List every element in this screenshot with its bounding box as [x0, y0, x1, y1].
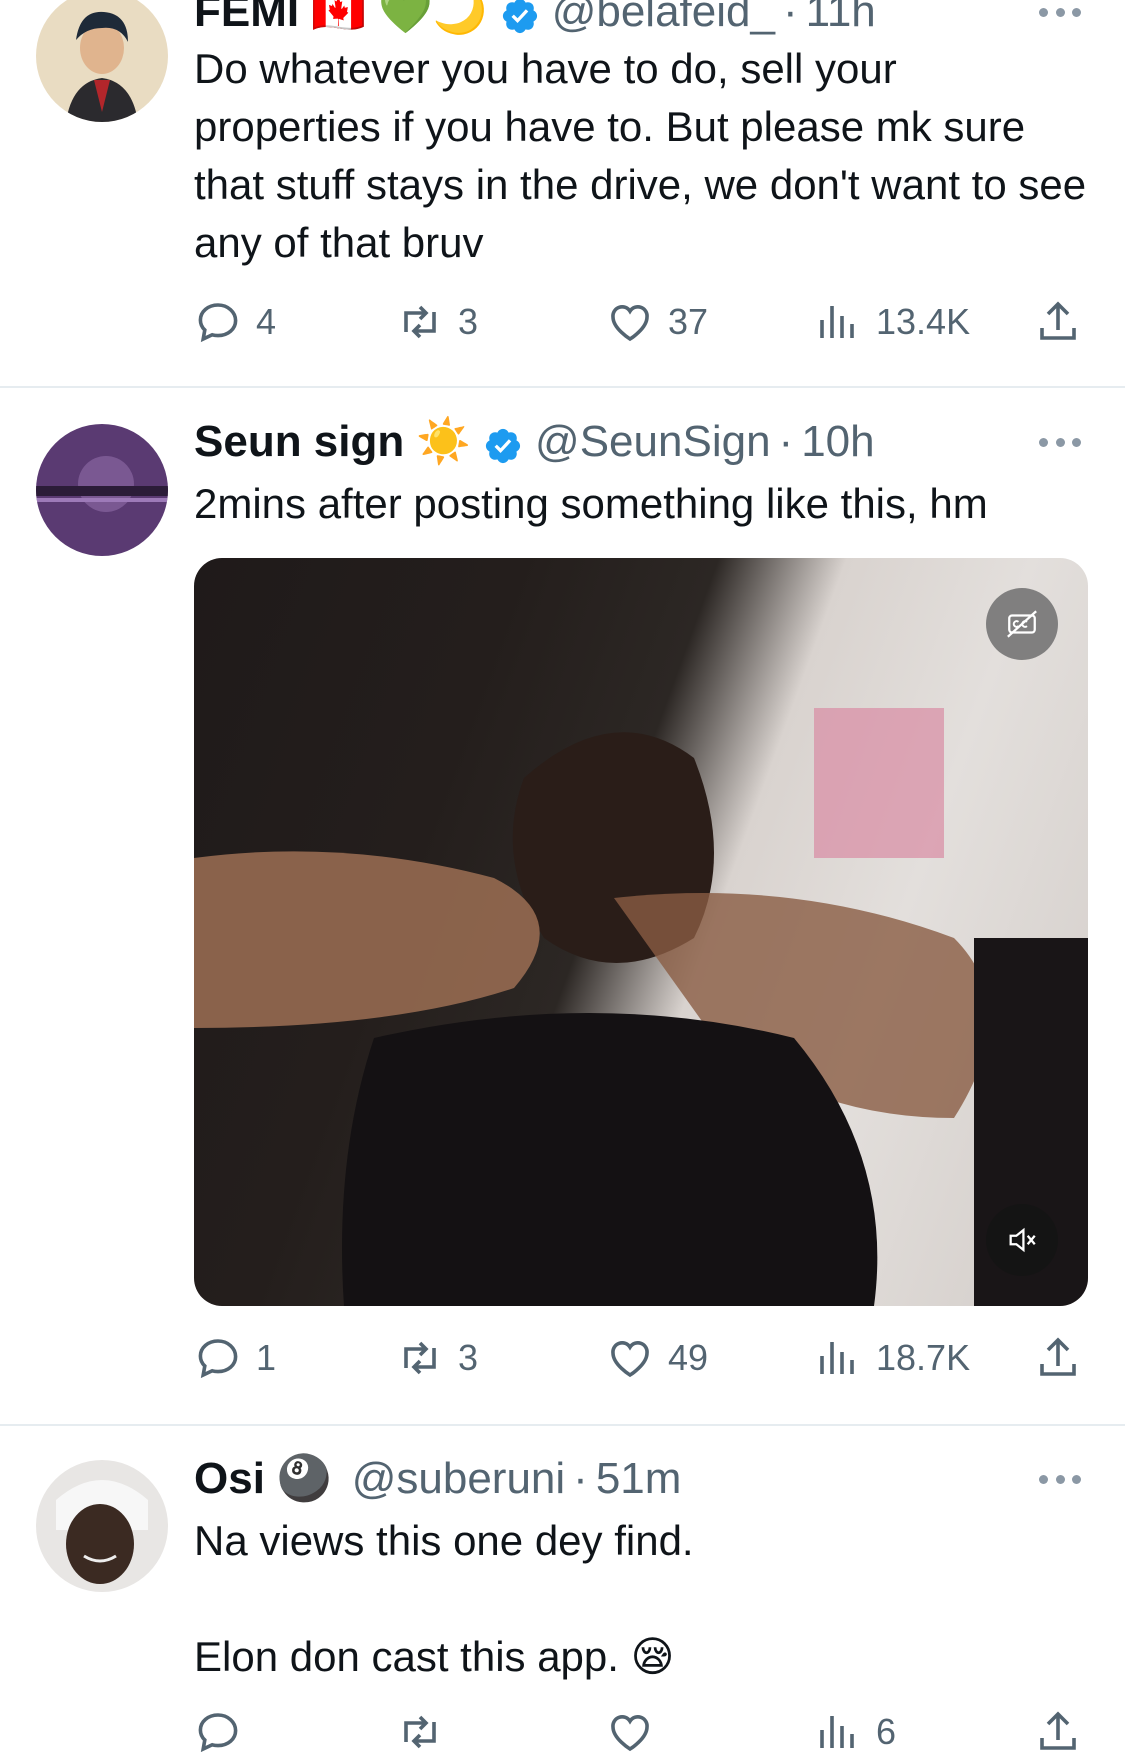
view-count: 18.7K [876, 1337, 971, 1378]
share-icon [1040, 1337, 1076, 1376]
display-name[interactable]: FEMI [194, 0, 299, 42]
separator-dot: · [573, 1454, 588, 1503]
timeline-feed: FEMI 🇨🇦 💚🌙 @belafeid_ · 11h Do whatever … [0, 0, 1125, 1752]
more-options-icon[interactable] [1039, 436, 1081, 448]
view-count: 6 [876, 1711, 897, 1752]
like-button[interactable]: 37 [606, 292, 708, 352]
like-button[interactable]: 49 [606, 1328, 708, 1388]
reply-button[interactable] [194, 1702, 256, 1752]
display-name[interactable]: Osi [194, 1449, 265, 1509]
avatar[interactable] [36, 424, 168, 556]
tweet-header: Seun sign ☀️ @SeunSign · 10h [194, 412, 875, 472]
avatar[interactable] [36, 1460, 168, 1592]
display-name[interactable]: Seun sign [194, 412, 404, 472]
muted-speaker-icon [1009, 1227, 1036, 1253]
captions-button[interactable] [986, 588, 1058, 660]
cc-icon [1007, 610, 1037, 638]
retweet-button[interactable] [396, 1702, 458, 1752]
retweet-button[interactable]: 3 [396, 292, 478, 352]
views-chart-icon [820, 306, 854, 338]
tweet-header: Osi 🎱 @suberuni · 51m [194, 1449, 681, 1509]
tweet-actions: 4 3 37 13.4K [194, 292, 1094, 352]
separator-dot: · [782, 0, 798, 36]
video-player[interactable] [194, 558, 1088, 1306]
video-frame [194, 708, 1088, 1306]
heart-icon [611, 1341, 649, 1378]
tweet-text: 2mins after posting something like this,… [194, 480, 988, 527]
share-icon [1040, 301, 1076, 340]
heart-icon [611, 1715, 649, 1752]
separator-dot: · [778, 417, 794, 466]
retweet-count: 3 [458, 301, 479, 342]
retweet-icon [404, 1341, 436, 1375]
avatar[interactable] [36, 0, 168, 122]
user-handle[interactable]: @SeunSign [535, 412, 771, 472]
share-button[interactable] [1034, 1328, 1082, 1388]
timestamp[interactable]: 11h [806, 0, 876, 42]
reply-count: 1 [256, 1337, 277, 1378]
tweet-text: Na views this one dey find. [194, 1517, 694, 1564]
like-count: 49 [668, 1337, 709, 1378]
more-options-icon[interactable] [1039, 6, 1081, 18]
tweet-header: FEMI 🇨🇦 💚🌙 @belafeid_ · 11h [194, 0, 876, 42]
user-handle[interactable]: @belafeid_ [552, 0, 775, 42]
share-button[interactable] [1034, 292, 1082, 352]
share-icon [1040, 1711, 1076, 1750]
views-button[interactable]: 13.4K [814, 292, 970, 352]
views-chart-icon [820, 1342, 854, 1374]
tweet-actions: 1 3 49 18.7K [194, 1328, 1094, 1388]
retweet-count: 3 [458, 1337, 479, 1378]
view-count: 13.4K [876, 301, 971, 342]
tweet-divider [0, 1424, 1125, 1426]
reply-icon [198, 1339, 238, 1379]
heart-icon [611, 305, 649, 342]
retweet-icon [404, 1715, 436, 1749]
share-button[interactable] [1034, 1702, 1082, 1752]
verified-badge-icon [483, 422, 523, 464]
like-count: 37 [668, 301, 709, 342]
reply-count: 4 [256, 301, 277, 342]
reply-button[interactable]: 1 [194, 1328, 276, 1388]
timestamp[interactable]: 51m [596, 1449, 682, 1509]
name-emojis: ☀️ [416, 417, 472, 466]
tweet-actions: 6 [194, 1702, 1094, 1752]
tweet-text: Do whatever you have to do, sell your pr… [194, 45, 1087, 266]
retweet-button[interactable]: 3 [396, 1328, 478, 1388]
views-button[interactable]: 6 [814, 1702, 896, 1752]
tweet[interactable]: FEMI 🇨🇦 💚🌙 @belafeid_ · 11h Do whatever … [0, 0, 1125, 388]
views-button[interactable]: 18.7K [814, 1328, 970, 1388]
tweet-text: Elon don cast this app. 😪 [194, 1633, 675, 1680]
retweet-icon [404, 305, 436, 339]
more-options-icon[interactable] [1039, 1473, 1081, 1485]
like-button[interactable] [606, 1702, 668, 1752]
timestamp[interactable]: 10h [801, 412, 874, 472]
user-handle[interactable]: @suberuni [352, 1449, 565, 1509]
reply-icon [198, 1713, 238, 1752]
views-chart-icon [820, 1716, 854, 1748]
reply-button[interactable]: 4 [194, 292, 276, 352]
reply-icon [198, 303, 238, 343]
verified-badge-icon [500, 0, 540, 34]
name-emojis: 🇨🇦 💚🌙 [311, 0, 488, 36]
mute-button[interactable] [986, 1204, 1058, 1276]
name-emojis: 🎱 [276, 1454, 332, 1503]
